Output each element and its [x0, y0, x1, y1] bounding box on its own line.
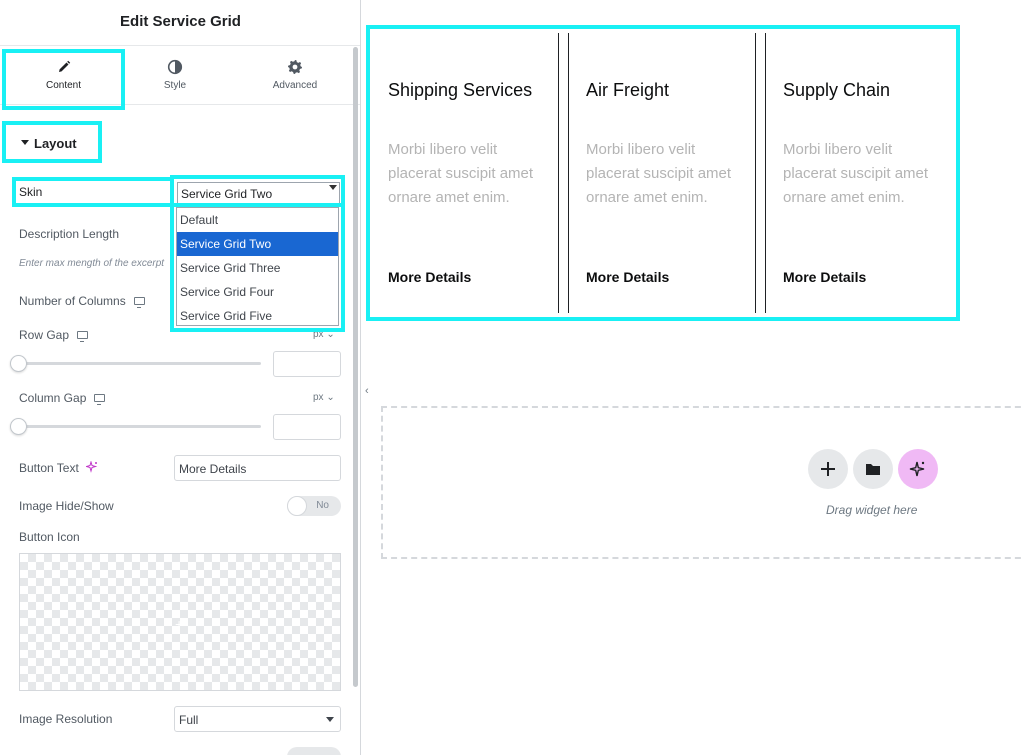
column-gap-input[interactable]	[273, 414, 341, 440]
drop-zone-text: Drag widget here	[826, 503, 918, 517]
panel-scrollbar[interactable]	[353, 47, 358, 687]
row-gap-slider-handle[interactable]	[10, 355, 27, 372]
pencil-icon	[56, 59, 72, 75]
column-gap-slider-handle[interactable]	[10, 418, 27, 435]
service-grid-widget[interactable]: Shipping Services Morbi libero velit pla…	[366, 25, 960, 321]
description-length-label: Description Length	[19, 227, 120, 241]
folder-icon	[866, 464, 880, 475]
caret-down-icon	[21, 140, 29, 145]
service-title: Shipping Services	[388, 80, 533, 100]
number-of-columns-row: Number of Columns	[19, 294, 145, 308]
desktop-icon[interactable]	[133, 297, 145, 308]
column-gap-label: Column Gap	[19, 391, 87, 405]
plus-icon	[821, 462, 835, 476]
skin-label: Skin	[19, 185, 43, 199]
button-text-row: Button Text	[19, 460, 98, 476]
service-title: Air Freight	[586, 80, 670, 100]
row-gap-unit-select[interactable]: px ⌄	[313, 329, 335, 340]
column-gap-unit: px	[313, 392, 324, 403]
row-gap-unit: px	[313, 329, 324, 340]
panel-header: Edit Service Grid	[0, 0, 360, 46]
description-length-hint: Enter max mength of the excerpt	[19, 258, 165, 269]
service-title: Supply Chain	[783, 80, 891, 100]
tab-style[interactable]: Style	[135, 47, 215, 105]
column-gap-unit-select[interactable]: px ⌄	[313, 392, 335, 403]
image-hide-show-label: Image Hide/Show	[19, 499, 114, 513]
dropdown-arrow-icon	[326, 717, 334, 722]
row-gap-label: Row Gap	[19, 328, 70, 342]
toggle-knob	[287, 496, 307, 516]
column-gap-row: Column Gap	[19, 391, 106, 405]
row-gap-slider[interactable]	[19, 362, 261, 365]
add-section-button[interactable]	[808, 449, 848, 489]
service-card: Air Freight Morbi libero velit placerat …	[586, 33, 756, 313]
panel-title: Edit Service Grid	[120, 13, 241, 30]
skin-label-box: Skin	[12, 177, 174, 207]
more-details-link[interactable]: More Details	[783, 269, 866, 285]
button-text-label: Button Text	[19, 461, 79, 475]
toggle-state: No	[316, 500, 329, 511]
row-gap-row: Row Gap	[19, 328, 89, 342]
desktop-icon[interactable]	[77, 331, 89, 342]
tab-advanced[interactable]: Advanced	[255, 47, 335, 105]
chevron-left-icon: ‹	[365, 385, 369, 397]
image-resolution-label: Image Resolution	[19, 712, 113, 726]
service-card: Shipping Services Morbi libero velit pla…	[388, 33, 558, 313]
image-hide-show-toggle[interactable]: No	[287, 496, 341, 516]
skin-select-value: Service Grid Two	[177, 182, 340, 204]
tab-advanced-label: Advanced	[272, 80, 318, 91]
skin-options-list: Default Service Grid Two Service Grid Th…	[176, 207, 339, 326]
skin-option[interactable]: Service Grid Five	[177, 304, 338, 328]
section-layout-toggle[interactable]: Layout	[2, 121, 102, 163]
editor-panel: Edit Service Grid Content Style Advanced…	[0, 0, 361, 755]
skin-option[interactable]: Service Grid Four	[177, 280, 338, 304]
service-description: Morbi libero velit placerat suscipit ame…	[586, 141, 732, 206]
skin-dropdown: Default Service Grid Two Service Grid Th…	[170, 203, 345, 332]
column-divider	[568, 33, 569, 313]
skin-option[interactable]: Default	[177, 208, 338, 232]
ai-sparkle-icon[interactable]	[84, 460, 98, 476]
plus-icon[interactable]: +	[175, 616, 183, 632]
column-divider	[765, 33, 766, 313]
skin-option[interactable]: Service Grid Three	[177, 256, 338, 280]
gear-icon	[287, 59, 303, 75]
skin-select[interactable]: Service Grid Two	[170, 175, 345, 209]
template-library-button[interactable]	[853, 449, 893, 489]
image-resolution-select[interactable]: Full	[174, 706, 341, 732]
number-of-columns-label: Number of Columns	[19, 294, 126, 308]
tab-style-label: Style	[163, 80, 187, 91]
service-description: Morbi libero velit placerat suscipit ame…	[388, 141, 534, 206]
button-text-input[interactable]: More Details	[174, 455, 341, 481]
column-divider	[558, 33, 559, 313]
collapse-panel-button[interactable]: ‹	[361, 378, 375, 408]
skin-option-selected[interactable]: Service Grid Two	[177, 232, 338, 256]
dropdown-arrow-icon	[329, 185, 337, 190]
panel-tabs: Content Style Advanced	[0, 47, 360, 110]
tab-content-label: Content	[45, 80, 82, 91]
image-resolution-value: Full	[179, 713, 199, 727]
button-icon-picker[interactable]: +	[19, 553, 341, 691]
ai-generate-button[interactable]	[898, 449, 938, 489]
tab-content[interactable]: Content	[2, 49, 125, 110]
service-card: Supply Chain Morbi libero velit placerat…	[783, 33, 953, 313]
service-description: Morbi libero velit placerat suscipit ame…	[783, 141, 929, 206]
ai-sparkle-icon	[909, 461, 925, 477]
button-icon-label: Button Icon	[19, 530, 80, 544]
column-divider	[755, 33, 756, 313]
partial-toggle[interactable]	[287, 747, 341, 755]
column-gap-slider[interactable]	[19, 425, 261, 428]
more-details-link[interactable]: More Details	[388, 269, 471, 285]
section-layout-title: Layout	[34, 136, 77, 151]
desktop-icon[interactable]	[94, 394, 106, 405]
row-gap-input[interactable]	[273, 351, 341, 377]
contrast-icon	[167, 59, 183, 75]
more-details-link[interactable]: More Details	[586, 269, 669, 285]
